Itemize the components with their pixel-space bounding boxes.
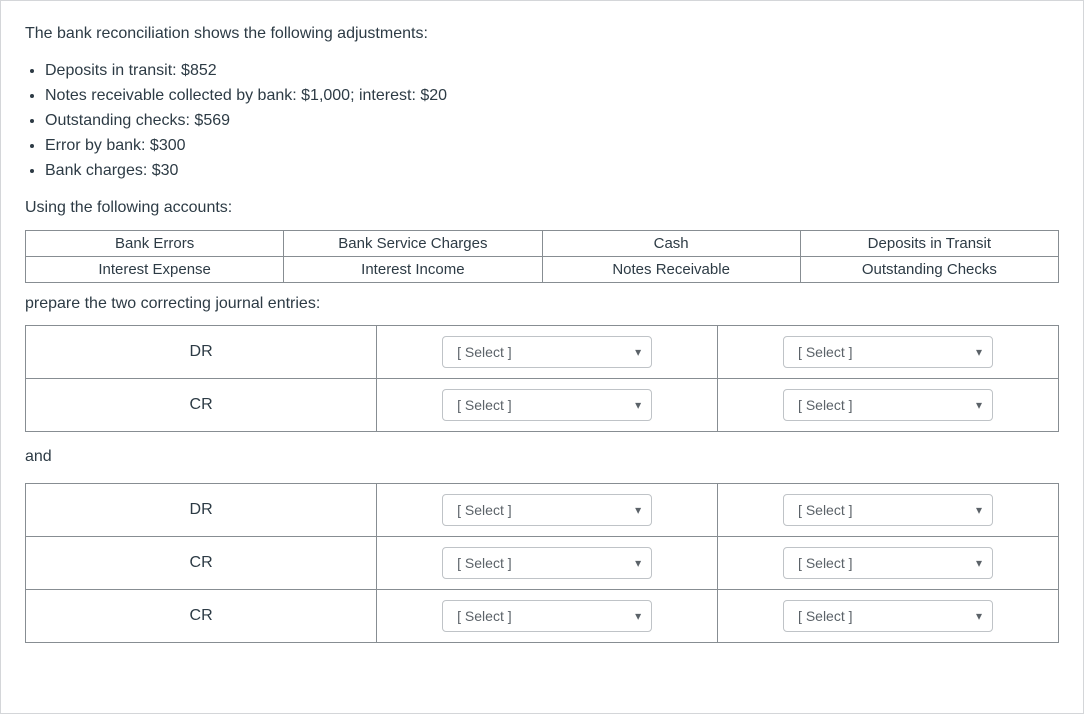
drcr-label: CR: [190, 607, 213, 624]
account-cell: Outstanding Checks: [800, 256, 1058, 282]
amount-select[interactable]: [ Select ] ▾: [783, 389, 993, 421]
chevron-down-icon: ▾: [976, 503, 982, 517]
chevron-down-icon: ▾: [635, 345, 641, 359]
adjustment-list: Deposits in transit: $852 Notes receivab…: [25, 59, 1059, 183]
account-cell: Interest Expense: [26, 256, 284, 282]
list-item: Error by bank: $300: [45, 134, 1059, 159]
account-select[interactable]: [ Select ] ▾: [442, 336, 652, 368]
select-placeholder: [ Select ]: [798, 555, 852, 571]
select-placeholder: [ Select ]: [798, 502, 852, 518]
chevron-down-icon: ▾: [635, 556, 641, 570]
journal-table-1: DR [ Select ] ▾ [ Select ] ▾ CR [ Select…: [25, 325, 1059, 432]
select-placeholder: [ Select ]: [457, 555, 511, 571]
chevron-down-icon: ▾: [976, 398, 982, 412]
list-item: Bank charges: $30: [45, 159, 1059, 184]
account-select[interactable]: [ Select ] ▾: [442, 389, 652, 421]
amount-select[interactable]: [ Select ] ▾: [783, 494, 993, 526]
select-placeholder: [ Select ]: [457, 344, 511, 360]
select-placeholder: [ Select ]: [457, 608, 511, 624]
chevron-down-icon: ▾: [635, 398, 641, 412]
intro-text: The bank reconciliation shows the follow…: [25, 23, 1059, 45]
drcr-label: CR: [190, 554, 213, 571]
account-cell: Deposits in Transit: [800, 230, 1058, 256]
chevron-down-icon: ▾: [635, 503, 641, 517]
account-cell: Bank Errors: [26, 230, 284, 256]
list-item: Deposits in transit: $852: [45, 59, 1059, 84]
table-row: DR [ Select ] ▾ [ Select ] ▾: [26, 483, 1059, 536]
prepare-label: prepare the two correcting journal entri…: [25, 293, 1059, 315]
and-label: and: [25, 446, 1059, 468]
drcr-label: DR: [190, 501, 213, 518]
amount-select[interactable]: [ Select ] ▾: [783, 547, 993, 579]
chevron-down-icon: ▾: [635, 609, 641, 623]
table-row: CR [ Select ] ▾ [ Select ] ▾: [26, 536, 1059, 589]
amount-select[interactable]: [ Select ] ▾: [783, 600, 993, 632]
list-item: Notes receivable collected by bank: $1,0…: [45, 84, 1059, 109]
journal-table-2: DR [ Select ] ▾ [ Select ] ▾ CR [ Select…: [25, 483, 1059, 643]
amount-select[interactable]: [ Select ] ▾: [783, 336, 993, 368]
using-accounts-label: Using the following accounts:: [25, 197, 1059, 219]
select-placeholder: [ Select ]: [798, 608, 852, 624]
list-item: Outstanding checks: $569: [45, 109, 1059, 134]
chevron-down-icon: ▾: [976, 345, 982, 359]
account-select[interactable]: [ Select ] ▾: [442, 494, 652, 526]
drcr-label: DR: [190, 343, 213, 360]
chevron-down-icon: ▾: [976, 556, 982, 570]
account-cell: Cash: [542, 230, 800, 256]
table-row: CR [ Select ] ▾ [ Select ] ▾: [26, 589, 1059, 642]
chevron-down-icon: ▾: [976, 609, 982, 623]
question-container: The bank reconciliation shows the follow…: [0, 0, 1084, 714]
table-row: CR [ Select ] ▾ [ Select ] ▾: [26, 379, 1059, 432]
drcr-label: CR: [190, 396, 213, 413]
account-cell: Interest Income: [284, 256, 542, 282]
select-placeholder: [ Select ]: [798, 397, 852, 413]
account-cell: Notes Receivable: [542, 256, 800, 282]
select-placeholder: [ Select ]: [798, 344, 852, 360]
accounts-table: Bank Errors Bank Service Charges Cash De…: [25, 230, 1059, 283]
select-placeholder: [ Select ]: [457, 502, 511, 518]
account-select[interactable]: [ Select ] ▾: [442, 547, 652, 579]
select-placeholder: [ Select ]: [457, 397, 511, 413]
table-row: DR [ Select ] ▾ [ Select ] ▾: [26, 326, 1059, 379]
account-cell: Bank Service Charges: [284, 230, 542, 256]
account-select[interactable]: [ Select ] ▾: [442, 600, 652, 632]
